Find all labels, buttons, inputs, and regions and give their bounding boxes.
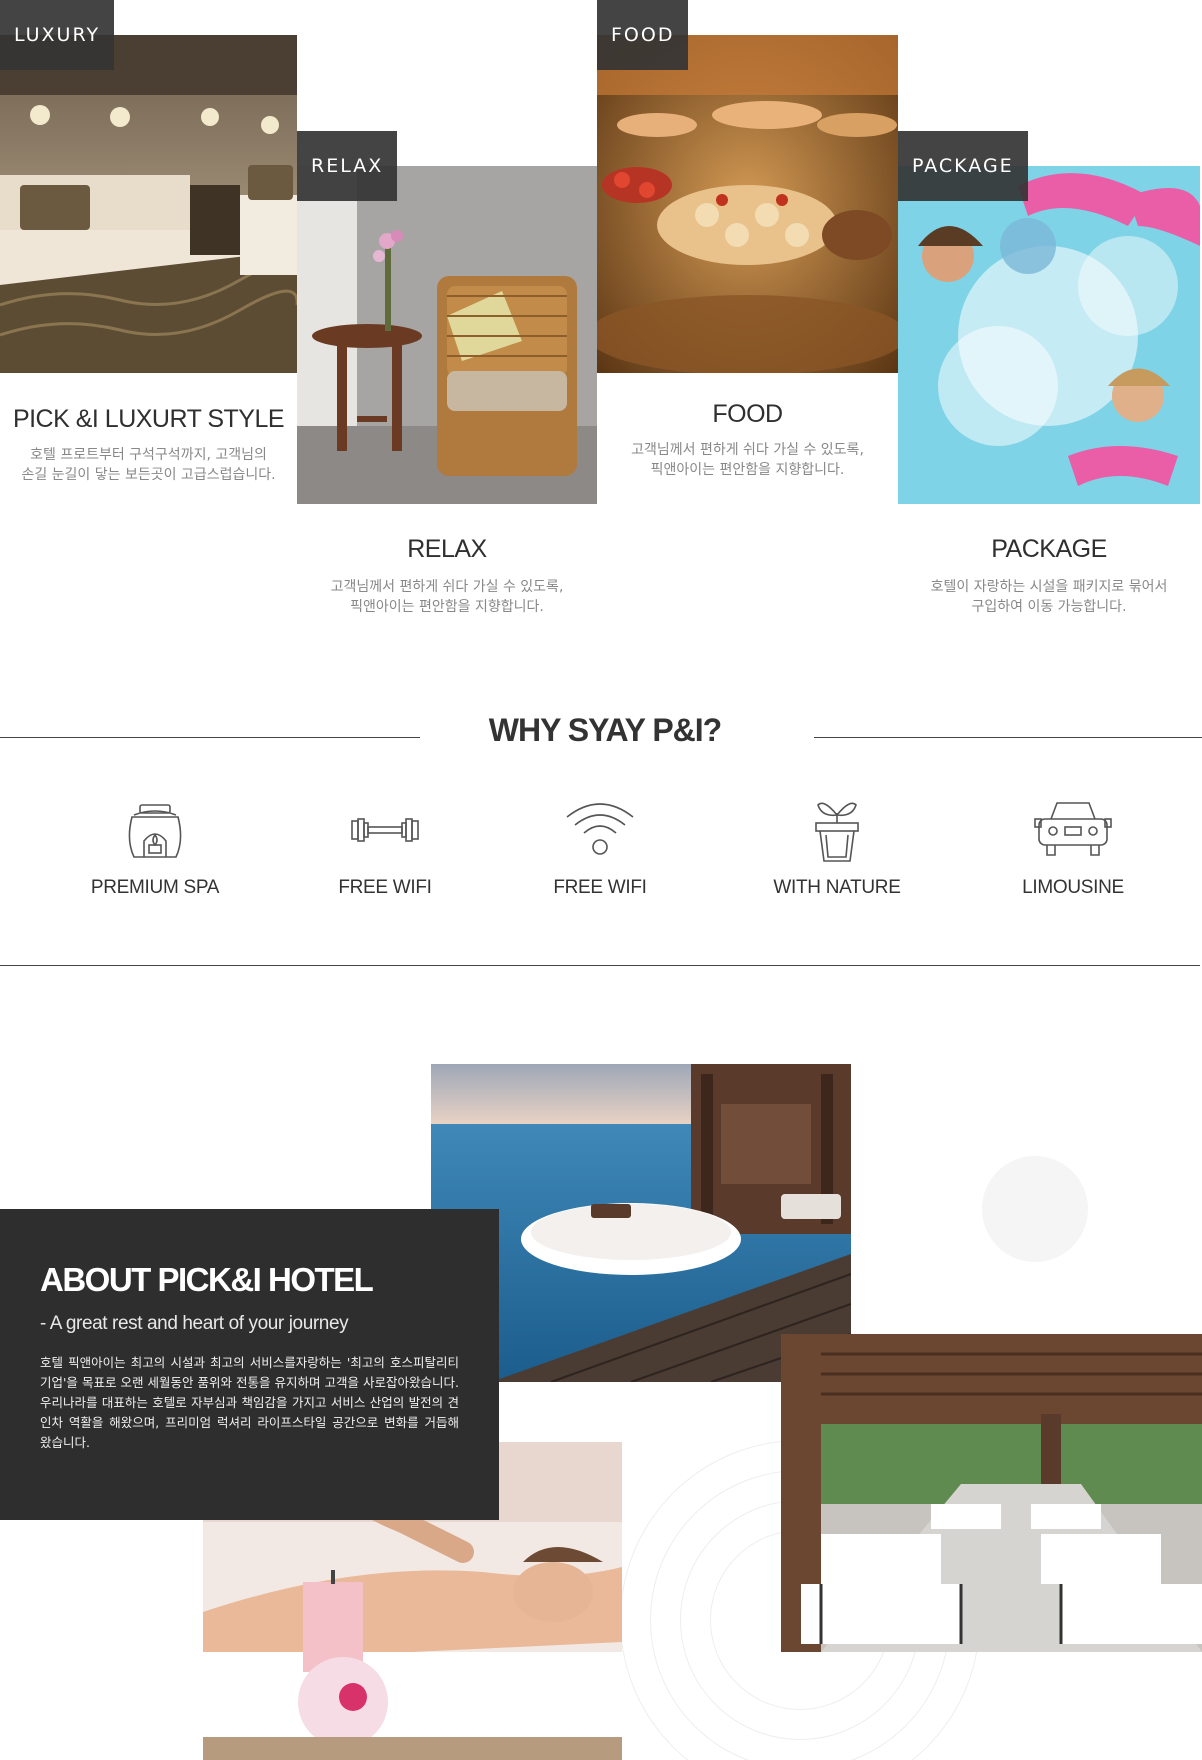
food-desc: 고객님께서 편하게 쉬다 가실 수 있도록, 픽앤아이는 편안함을 지향합니다. (597, 440, 898, 480)
dumbbell-icon (351, 818, 419, 842)
relax-desc-line-1: 고객님께서 편하게 쉬다 가실 수 있도록, (330, 579, 564, 595)
why-divider-right (814, 737, 1202, 738)
feature-free-wifi-gym[interactable]: FREE WIFI (290, 795, 480, 899)
decor-grey-circle (982, 1156, 1088, 1262)
luxury-desc: 호텔 프로트부터 구석구석까지, 고객님의 손길 눈길이 닿는 보든곳이 고급스… (0, 445, 297, 485)
tag-relax[interactable]: RELAX (297, 131, 398, 201)
tag-package[interactable]: PACKAGE (898, 131, 1028, 201)
relax-desc: 고객님께서 편하게 쉬다 가실 수 있도록, 픽앤아이는 편안함을 지향합니다. (297, 577, 597, 617)
about-box: ABOUT PICK&I HOTEL - A great rest and he… (0, 1209, 499, 1520)
luxury-title: PICK &I LUXURT STYLE (12, 405, 285, 433)
car-icon (1034, 802, 1112, 856)
food-title: FOOD (712, 400, 783, 428)
about-body: 호텔 픽앤아이는 최고의 시설과 최고의 서비스를자랑하는 '최고의 호스피탈리… (40, 1355, 459, 1450)
package-desc: 호텔이 자랑하는 시설을 패키지로 묶어서 구입하여 이동 가능합니다. (898, 577, 1200, 617)
potted-plant-icon (815, 802, 859, 862)
hotel-bedroom-photo[interactable] (0, 35, 297, 373)
package-desc-line-2: 구입하여 이동 가능합니다. (971, 599, 1127, 615)
food-desc-line-1: 고객님께서 편하게 쉬다 가실 수 있도록, (631, 442, 864, 458)
wifi-icon (566, 803, 634, 855)
buffet-illustration (597, 35, 898, 373)
feature-label-premium-spa: PREMIUM SPA (90, 877, 220, 898)
about-title: ABOUT PICK&I HOTEL (40, 1261, 374, 1298)
feature-premium-spa[interactable]: PREMIUM SPA (60, 795, 250, 899)
spa-burner-icon (128, 804, 182, 858)
page: LUXURY PICK &I LUXURT STYLE 호텔 프로트부터 구석구… (0, 0, 1202, 1760)
luxury-desc-line-1: 호텔 프로트부터 구석구석까지, 고객님의 (30, 447, 267, 463)
why-bottom-divider (0, 965, 1200, 966)
feature-label-limousine: LIMOUSINE (1022, 877, 1124, 898)
tag-luxury[interactable]: LUXURY (0, 0, 115, 70)
relax-desc-line-2: 픽앤아이는 편안함을 지향합니다. (350, 599, 544, 615)
luxury-desc-line-2: 손길 눈길이 닿는 보든곳이 고급스럽습니다. (21, 467, 276, 483)
why-divider-left (0, 737, 420, 738)
food-desc-line-2: 픽앤아이는 편안함을 지향합니다. (650, 462, 845, 478)
wicker-armchair-photo[interactable] (297, 166, 597, 504)
feature-label-free-wifi-1: FREE WIFI (338, 877, 432, 898)
why-title: WHY SYAY P&I? (488, 712, 722, 748)
pool-splash-photo[interactable] (898, 166, 1200, 504)
feature-limousine[interactable]: LIMOUSINE (978, 795, 1168, 899)
tag-food[interactable]: FOOD (597, 0, 689, 70)
package-desc-line-1: 호텔이 자랑하는 시설을 패키지로 묶어서 (930, 579, 1168, 595)
package-title: PACKAGE (991, 535, 1107, 563)
feature-label-free-wifi-2: FREE WIFI (553, 877, 647, 898)
armchair-illustration (297, 166, 597, 504)
terrace-restaurant-photo[interactable] (781, 1334, 1202, 1652)
feature-free-wifi[interactable]: FREE WIFI (505, 795, 695, 899)
feature-label-with-nature: WITH NATURE (773, 877, 901, 898)
about-subtitle: - A great rest and heart of your journey (40, 1313, 349, 1334)
pool-illustration (898, 166, 1200, 504)
feature-with-nature[interactable]: WITH NATURE (742, 795, 932, 899)
buffet-food-photo[interactable] (597, 35, 898, 373)
terrace-restaurant-illustration (781, 1334, 1202, 1652)
bedroom-illustration (0, 35, 297, 373)
relax-title: RELAX (407, 535, 487, 563)
